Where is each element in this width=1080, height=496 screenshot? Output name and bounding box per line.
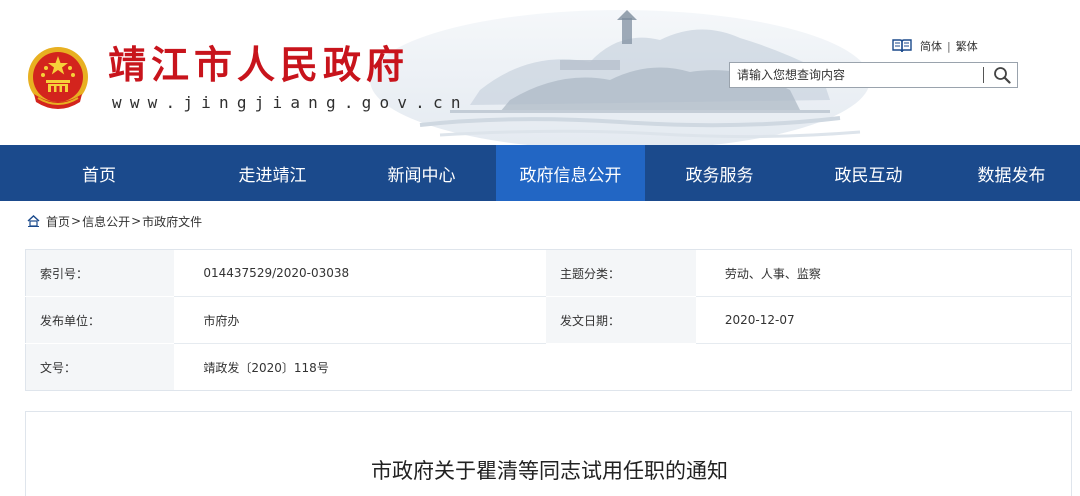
breadcrumb-gov-documents[interactable]: 市政府文件: [142, 213, 202, 230]
topic-category-label: 主题分类：: [546, 249, 696, 297]
breadcrumb-separator: >: [71, 214, 82, 228]
issue-date-label: 发文日期：: [546, 296, 696, 344]
home-icon: [27, 215, 40, 227]
nav-item-data-release[interactable]: 数据发布: [943, 145, 1080, 201]
book-icon: [892, 39, 912, 53]
index-number-label: 索引号：: [25, 249, 175, 297]
nav-item-home[interactable]: 首页: [0, 145, 198, 201]
search-box: [729, 62, 1018, 88]
document-number-label: 文号：: [25, 343, 175, 391]
document-metadata-table: 索引号： 014437529/2020-03038 主题分类： 劳动、人事、监察…: [25, 249, 1072, 391]
main-nav: 首页 走进靖江 新闻中心 政府信息公开 政务服务 政民互动 数据发布: [0, 145, 1080, 201]
nav-item-gov-info-disclosure[interactable]: 政府信息公开: [496, 145, 645, 201]
topic-category-value: 劳动、人事、监察: [695, 249, 1072, 297]
nav-item-gov-services[interactable]: 政务服务: [645, 145, 794, 201]
table-row: 索引号： 014437529/2020-03038 主题分类： 劳动、人事、监察: [25, 249, 1072, 297]
site-url: www.jingjiang.gov.cn: [112, 93, 469, 112]
issue-date-value: 2020-12-07: [695, 296, 1072, 344]
publisher-label: 发布单位：: [25, 296, 175, 344]
table-row: 文号： 靖政发〔2020〕118号: [25, 343, 1072, 391]
nav-item-public-interaction[interactable]: 政民互动: [794, 145, 943, 201]
nav-item-about-jingjiang[interactable]: 走进靖江: [198, 145, 347, 201]
breadcrumb-separator: >: [131, 214, 142, 228]
publisher-value: 市府办: [174, 296, 547, 344]
search-icon: [994, 67, 1011, 84]
table-row: 发布单位： 市府办 发文日期： 2020-12-07: [25, 296, 1072, 344]
index-number-value: 014437529/2020-03038: [174, 249, 547, 297]
document-number-value: 靖政发〔2020〕118号: [174, 343, 1072, 391]
breadcrumb-home[interactable]: 首页: [46, 213, 70, 230]
lang-simplified-link[interactable]: 简体: [920, 38, 942, 54]
nav-item-news-center[interactable]: 新闻中心: [347, 145, 496, 201]
site-header: 靖江市人民政府 www.jingjiang.gov.cn 简体 | 繁体: [0, 0, 1080, 145]
search-button[interactable]: [986, 63, 1018, 87]
site-title[interactable]: 靖江市人民政府: [108, 42, 409, 88]
national-emblem-icon: [28, 47, 88, 109]
breadcrumb: 首页 > 信息公开 > 市政府文件: [27, 213, 202, 229]
lang-traditional-link[interactable]: 繁体: [956, 38, 978, 54]
language-switcher: 简体 | 繁体: [892, 37, 978, 55]
document-title: 市政府关于瞿清等同志试用任职的通知: [371, 459, 728, 483]
document-content-panel: 市政府关于瞿清等同志试用任职的通知: [25, 411, 1072, 496]
search-divider: [983, 67, 984, 83]
lang-separator: |: [947, 39, 951, 53]
search-input[interactable]: [730, 63, 982, 87]
breadcrumb-info-disclosure[interactable]: 信息公开: [82, 213, 130, 230]
